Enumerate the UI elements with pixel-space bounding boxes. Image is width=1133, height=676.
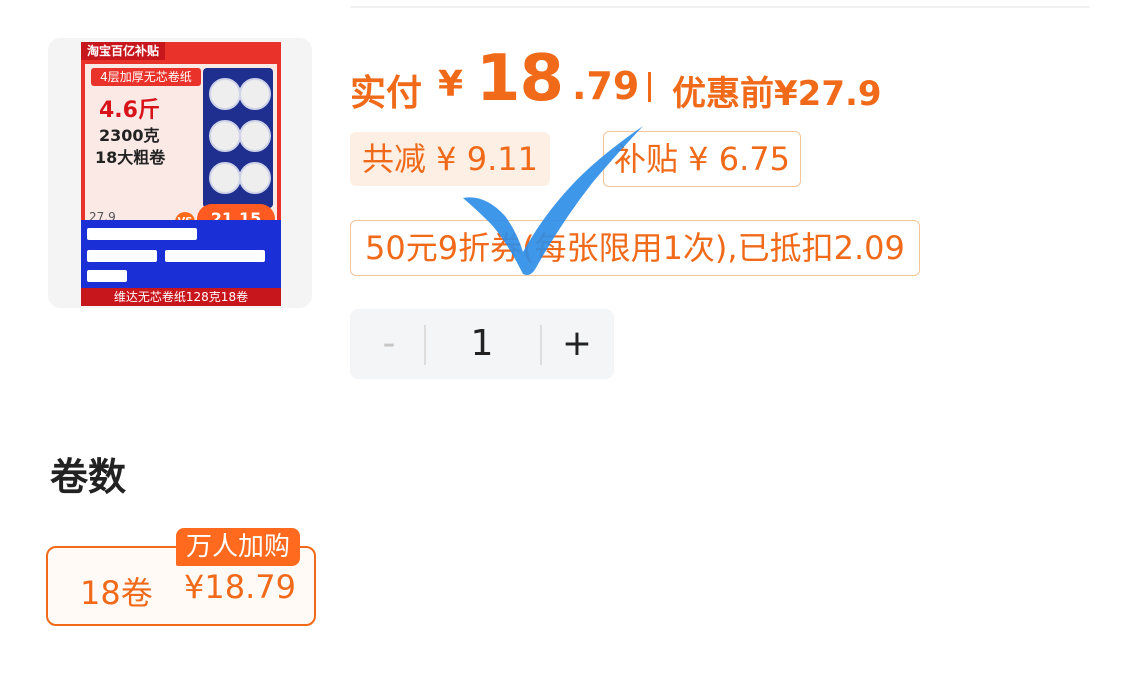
top-divider: [350, 6, 1090, 8]
checkmark-icon: [463, 126, 643, 275]
image-subtitle: 4层加厚无芯卷纸: [91, 68, 201, 86]
image-promo-strip: [81, 220, 281, 290]
image-grams: 2300克: [99, 126, 160, 145]
image-banner: 淘宝百亿补贴: [81, 42, 166, 60]
actual-price-decimal: .79: [572, 64, 640, 108]
decrease-button[interactable]: -: [364, 309, 414, 379]
image-rolls: 18大粗卷: [95, 148, 166, 167]
quantity-input[interactable]: [424, 309, 540, 379]
actual-price-integer: 18: [476, 42, 564, 116]
price-before-discount: 优惠前¥27.9: [672, 66, 882, 115]
option-price: ¥18.79: [184, 568, 296, 606]
option-name: 18卷: [80, 574, 153, 612]
before-label: 优惠前: [672, 74, 774, 114]
increase-button[interactable]: +: [552, 309, 602, 379]
section-title: 卷数: [50, 455, 127, 499]
toilet-paper-pack-icon: [203, 68, 273, 208]
before-price: ¥27.9: [774, 74, 882, 114]
actual-pay-label: 实付: [350, 73, 423, 114]
quantity-stepper: - +: [350, 309, 614, 379]
image-weight: 4.6斤: [99, 98, 160, 123]
product-image[interactable]: 淘宝百亿补贴 4层加厚无芯卷纸 4.6斤 2300克 18大粗卷 27.9 VS…: [81, 42, 281, 306]
currency-symbol: ¥: [438, 64, 464, 105]
image-footer: 维达无芯卷纸128克18卷: [81, 288, 281, 306]
popular-badge: 万人加购: [176, 528, 301, 566]
price-separator: [648, 72, 651, 102]
stepper-divider: [540, 325, 542, 365]
